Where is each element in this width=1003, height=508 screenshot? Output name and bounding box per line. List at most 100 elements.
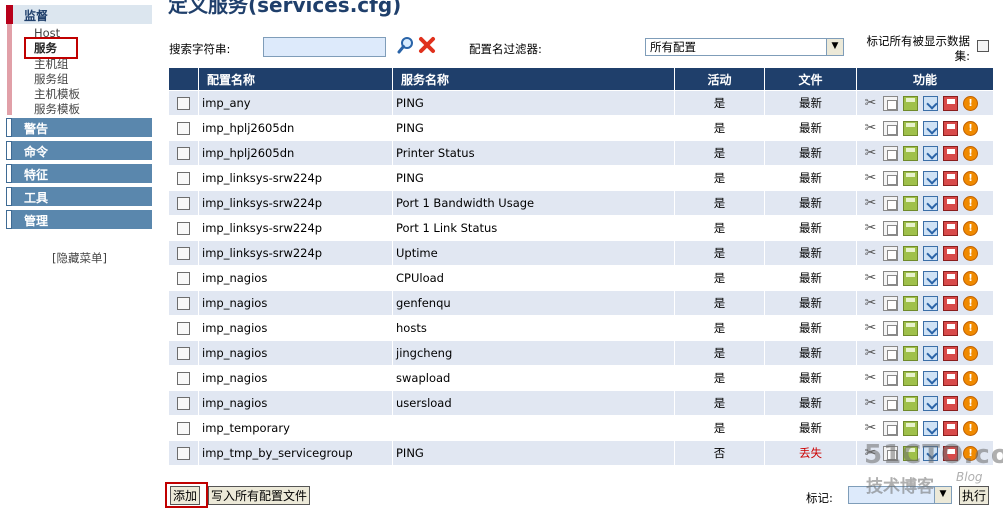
config-name-cell[interactable]: imp_nagios	[198, 340, 393, 366]
delete-icon[interactable]: !	[963, 295, 978, 311]
edit-icon[interactable]: ✂	[863, 220, 878, 236]
edit-icon[interactable]: ✂	[863, 295, 878, 311]
delete-icon[interactable]: !	[963, 320, 978, 336]
delete-icon[interactable]: !	[963, 120, 978, 136]
delete-icon[interactable]: !	[963, 395, 978, 411]
download-icon[interactable]	[923, 195, 938, 211]
delete-icon[interactable]: !	[963, 270, 978, 286]
save-icon[interactable]	[943, 95, 958, 111]
info-icon[interactable]	[903, 195, 918, 211]
download-icon[interactable]	[923, 170, 938, 186]
save-icon[interactable]	[943, 195, 958, 211]
delete-icon[interactable]: !	[963, 145, 978, 161]
edit-icon[interactable]: ✂	[863, 420, 878, 436]
row-checkbox[interactable]	[177, 122, 190, 135]
config-name-cell[interactable]: imp_tmp_by_servicegroup	[198, 440, 393, 466]
copy-icon[interactable]	[883, 195, 898, 211]
sidebar-section-admin[interactable]: 管理	[6, 210, 152, 229]
header-active[interactable]: 活动	[674, 67, 765, 91]
config-name-cell[interactable]: imp_linksys-srw224p	[198, 240, 393, 266]
edit-icon[interactable]: ✂	[863, 170, 878, 186]
copy-icon[interactable]	[883, 145, 898, 161]
download-icon[interactable]	[923, 95, 938, 111]
save-icon[interactable]	[943, 245, 958, 261]
download-icon[interactable]	[923, 370, 938, 386]
config-name-cell[interactable]: imp_nagios	[198, 315, 393, 341]
config-name-cell[interactable]: imp_hplj2605dn	[198, 115, 393, 141]
service-name-cell[interactable]: Port 1 Link Status	[392, 215, 675, 241]
config-name-cell[interactable]: imp_linksys-srw224p	[198, 190, 393, 216]
service-name-cell[interactable]: PING	[392, 165, 675, 191]
info-icon[interactable]	[903, 270, 918, 286]
row-checkbox[interactable]	[177, 297, 190, 310]
edit-icon[interactable]: ✂	[863, 345, 878, 361]
delete-icon[interactable]: !	[963, 95, 978, 111]
service-name-cell[interactable]: swapload	[392, 365, 675, 391]
edit-icon[interactable]: ✂	[863, 95, 878, 111]
config-name-cell[interactable]: imp_linksys-srw224p	[198, 215, 393, 241]
service-name-cell[interactable]: usersload	[392, 390, 675, 416]
info-icon[interactable]	[903, 95, 918, 111]
sidebar-item-service-templates[interactable]: 服务模板	[34, 103, 80, 116]
sidebar-section-alerting[interactable]: 警告	[6, 118, 152, 137]
service-name-cell[interactable]: jingcheng	[392, 340, 675, 366]
edit-icon[interactable]: ✂	[863, 320, 878, 336]
delete-icon[interactable]: !	[963, 195, 978, 211]
save-icon[interactable]	[943, 270, 958, 286]
edit-icon[interactable]: ✂	[863, 245, 878, 261]
info-icon[interactable]	[903, 420, 918, 436]
edit-icon[interactable]: ✂	[863, 270, 878, 286]
download-icon[interactable]	[923, 345, 938, 361]
row-checkbox[interactable]	[177, 422, 190, 435]
info-icon[interactable]	[903, 245, 918, 261]
config-name-cell[interactable]: imp_nagios	[198, 390, 393, 416]
copy-icon[interactable]	[883, 120, 898, 136]
copy-icon[interactable]	[883, 220, 898, 236]
info-icon[interactable]	[903, 220, 918, 236]
save-icon[interactable]	[943, 220, 958, 236]
download-icon[interactable]	[923, 320, 938, 336]
edit-icon[interactable]: ✂	[863, 395, 878, 411]
download-icon[interactable]	[923, 145, 938, 161]
copy-icon[interactable]	[883, 370, 898, 386]
download-icon[interactable]	[923, 220, 938, 236]
edit-icon[interactable]: ✂	[863, 370, 878, 386]
copy-icon[interactable]	[883, 270, 898, 286]
row-checkbox[interactable]	[177, 372, 190, 385]
download-icon[interactable]	[923, 270, 938, 286]
download-icon[interactable]	[923, 120, 938, 136]
info-icon[interactable]	[903, 295, 918, 311]
chevron-down-icon[interactable]: ▼	[826, 39, 843, 55]
edit-icon[interactable]: ✂	[863, 195, 878, 211]
download-icon[interactable]	[923, 395, 938, 411]
info-icon[interactable]	[903, 370, 918, 386]
delete-icon[interactable]: !	[963, 420, 978, 436]
delete-icon[interactable]: !	[963, 345, 978, 361]
mark-all-checkbox[interactable]	[977, 40, 989, 52]
config-name-cell[interactable]: imp_linksys-srw224p	[198, 165, 393, 191]
save-icon[interactable]	[943, 170, 958, 186]
save-icon[interactable]	[943, 295, 958, 311]
download-icon[interactable]	[923, 245, 938, 261]
row-checkbox[interactable]	[177, 347, 190, 360]
delete-icon[interactable]: !	[963, 220, 978, 236]
save-icon[interactable]	[943, 395, 958, 411]
config-filter-select[interactable]: 所有配置 ▼	[645, 38, 844, 56]
row-checkbox[interactable]	[177, 197, 190, 210]
info-icon[interactable]	[903, 170, 918, 186]
save-icon[interactable]	[943, 420, 958, 436]
sidebar-item-host-templates[interactable]: 主机模板	[34, 88, 80, 101]
sidebar-section-specialties[interactable]: 特征	[6, 164, 152, 183]
service-name-cell[interactable]: CPUload	[392, 265, 675, 291]
save-icon[interactable]	[943, 370, 958, 386]
config-name-cell[interactable]: imp_hplj2605dn	[198, 140, 393, 166]
row-checkbox[interactable]	[177, 147, 190, 160]
save-icon[interactable]	[943, 320, 958, 336]
row-checkbox[interactable]	[177, 247, 190, 260]
save-icon[interactable]	[943, 120, 958, 136]
delete-icon[interactable]: !	[963, 170, 978, 186]
sidebar-section-commands[interactable]: 命令	[6, 141, 152, 160]
row-checkbox[interactable]	[177, 447, 190, 460]
header-file[interactable]: 文件	[764, 67, 857, 91]
hide-menu-link[interactable]: [隐藏菜单]	[52, 250, 107, 266]
